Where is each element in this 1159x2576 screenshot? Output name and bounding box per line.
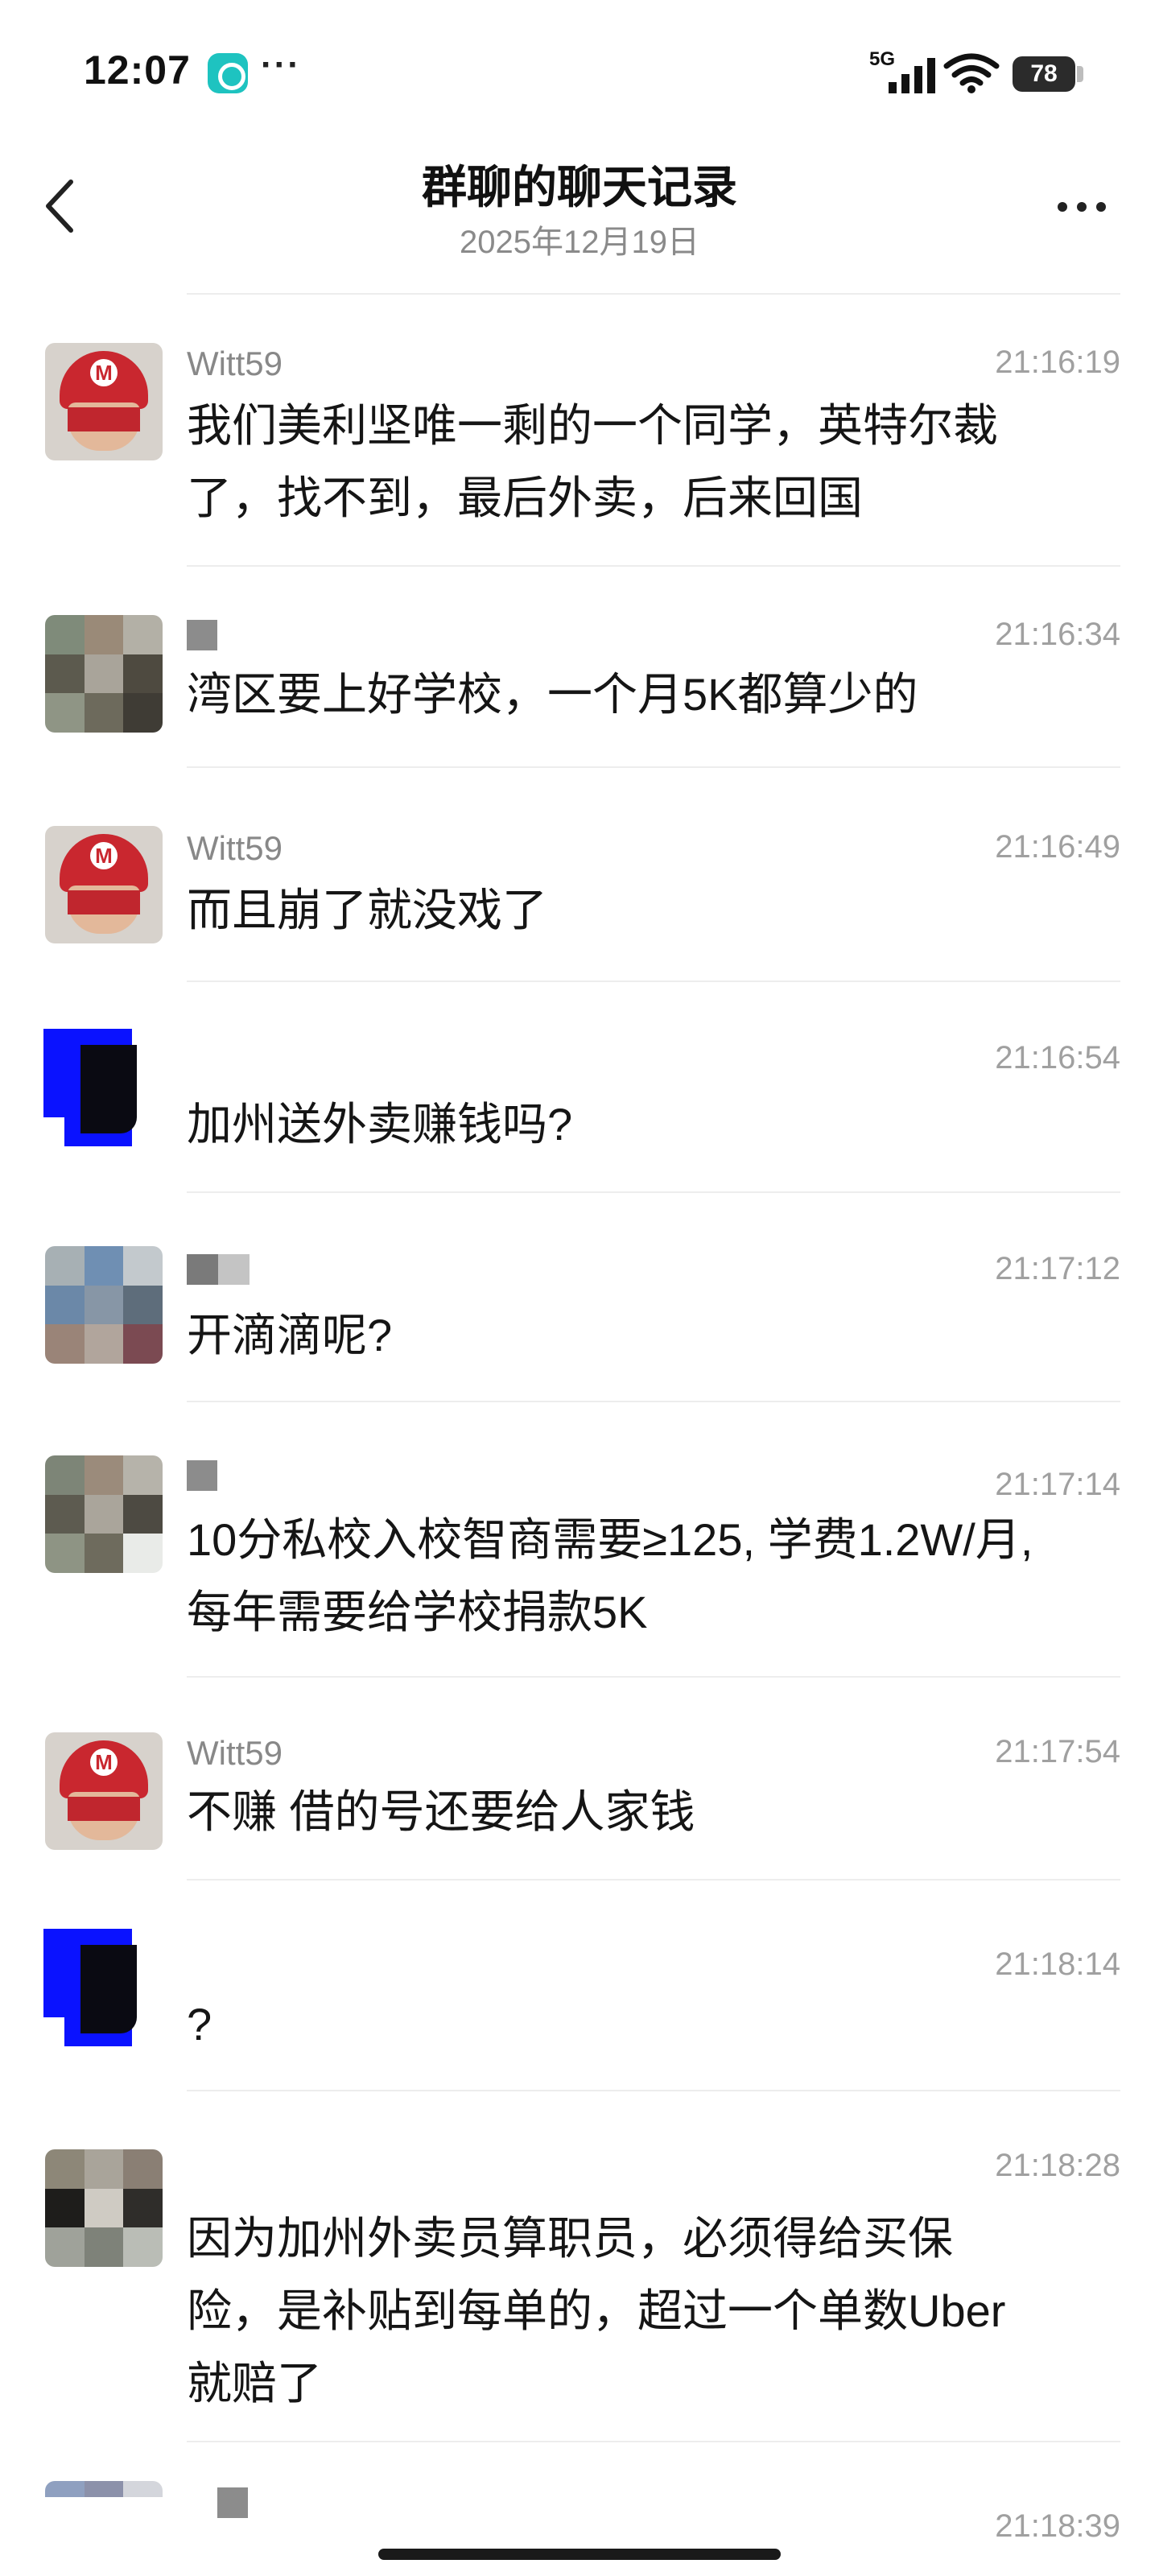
message-divider bbox=[187, 2090, 1120, 2091]
sender-name-redacted bbox=[187, 1460, 217, 1491]
message-text: 10分私校入校智商需要≥125, 学费1.2W/月, 每年需要给学校捐款5K bbox=[187, 1514, 1033, 1637]
header-divider bbox=[187, 293, 1120, 295]
avatar[interactable] bbox=[45, 1455, 163, 1573]
sender-name-redacted bbox=[187, 1254, 250, 1285]
page-date: 2025年12月19日 bbox=[460, 225, 699, 260]
battery-indicator: 78 bbox=[1013, 56, 1075, 92]
message-time: 21:18:28 bbox=[995, 2148, 1120, 2183]
sender-name: Witt59 bbox=[187, 1734, 283, 1772]
message-divider bbox=[187, 2441, 1120, 2442]
message-time: 21:16:49 bbox=[995, 829, 1120, 865]
avatar[interactable] bbox=[45, 826, 163, 943]
message-divider bbox=[187, 1676, 1120, 1678]
message-text: 不赚 借的号还要给人家钱 bbox=[187, 1786, 695, 1837]
message-time: 21:16:54 bbox=[995, 1040, 1120, 1075]
sender-name: Witt59 bbox=[187, 829, 283, 867]
message-time: 21:17:12 bbox=[995, 1251, 1120, 1286]
more-icon[interactable] bbox=[1050, 187, 1114, 227]
message-text: 因为加州外卖员算职员，必须得给买保 险，是补贴到每单的，超过一个单数Uber 就… bbox=[187, 2213, 1006, 2409]
message-time: 21:18:39 bbox=[995, 2508, 1120, 2544]
message-time: 21:17:14 bbox=[995, 1467, 1120, 1502]
message-divider bbox=[187, 1401, 1120, 1402]
avatar[interactable] bbox=[32, 1929, 150, 2046]
message-text: 湾区要上好学校，一个月5K都算少的 bbox=[187, 669, 918, 720]
app-badge-icon bbox=[208, 53, 248, 93]
battery-tip bbox=[1077, 66, 1083, 82]
message-time: 21:16:19 bbox=[995, 345, 1120, 380]
home-indicator[interactable] bbox=[378, 2549, 781, 2560]
status-more-dots: ··· bbox=[261, 45, 301, 85]
message-text: 开滴滴呢? bbox=[187, 1310, 393, 1360]
sender-name-redacted bbox=[187, 620, 217, 650]
sender-name: Witt59 bbox=[187, 345, 283, 382]
message-divider bbox=[187, 1879, 1120, 1880]
avatar[interactable] bbox=[45, 1732, 163, 1850]
message-text: 我们美利坚唯一剩的一个同学，英特尔裁 了，找不到，最后外卖，后来回国 bbox=[187, 400, 998, 523]
message-divider bbox=[187, 766, 1120, 768]
avatar[interactable] bbox=[45, 615, 163, 733]
message-divider bbox=[187, 565, 1120, 567]
avatar[interactable] bbox=[45, 343, 163, 460]
avatar[interactable] bbox=[45, 1246, 163, 1364]
message-text: ? bbox=[187, 1999, 212, 2050]
wifi-icon bbox=[943, 53, 1000, 93]
message-divider bbox=[187, 980, 1120, 982]
message-time: 21:16:34 bbox=[995, 617, 1120, 652]
avatar[interactable] bbox=[32, 1029, 150, 1146]
message-text: 而且崩了就没戏了 bbox=[187, 885, 547, 935]
message-time: 21:18:14 bbox=[995, 1946, 1120, 1982]
status-time: 12:07 bbox=[84, 47, 191, 93]
message-time: 21:17:54 bbox=[995, 1734, 1120, 1769]
avatar[interactable] bbox=[45, 2149, 163, 2267]
page-title: 群聊的聊天记录 bbox=[422, 162, 737, 213]
avatar[interactable] bbox=[45, 2481, 163, 2529]
message-divider bbox=[187, 1191, 1120, 1193]
sender-name-redacted bbox=[217, 2487, 248, 2518]
signal-icon bbox=[889, 58, 935, 93]
message-text: 加州送外卖赚钱吗? bbox=[187, 1099, 573, 1150]
status-bar: 12:07 ··· 5G 78 bbox=[0, 0, 1159, 145]
